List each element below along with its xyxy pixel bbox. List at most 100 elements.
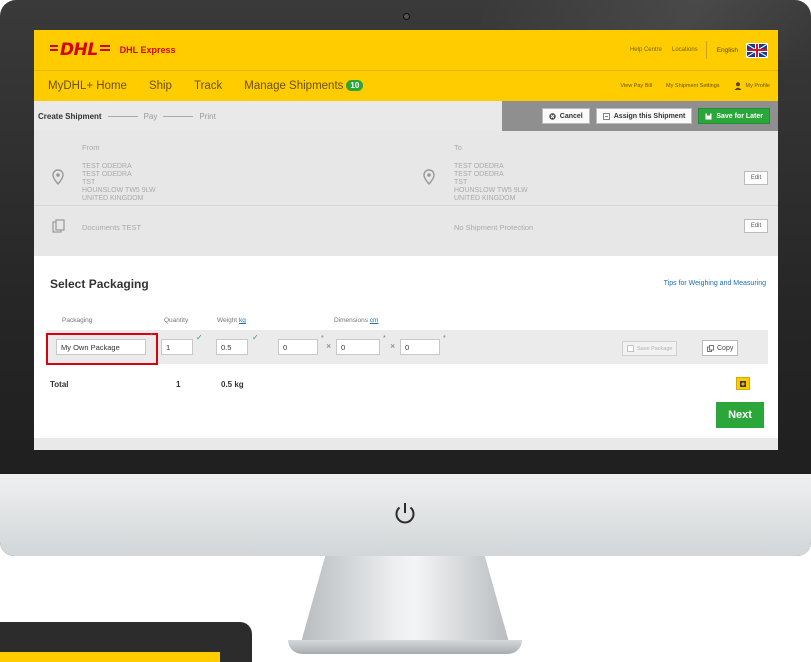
weight-unit-link[interactable]: kg (239, 317, 246, 324)
secondary-device-screen (0, 652, 220, 662)
nav-right: View Pay Bill My Shipment Settings My Pr… (606, 82, 770, 90)
section-divider (34, 205, 778, 206)
cancel-button[interactable]: Cancel (541, 108, 590, 124)
assign-shipment-button[interactable]: Assign this Shipment (595, 108, 693, 124)
weight-valid-icon: ✓ (252, 333, 259, 342)
copy-button[interactable]: Copy (702, 340, 739, 356)
dimensions-header-label: Dimensions (334, 317, 368, 324)
screen: DHL DHL Express Help Centre Locations En… (34, 30, 778, 450)
copy-label: Copy (717, 344, 734, 352)
brand-label: DHL Express (119, 45, 176, 55)
multiply-sign: × (390, 341, 396, 351)
main-nav: MyDHL+ Home Ship Track Manage Shipments 1… (34, 70, 778, 101)
save-icon (705, 113, 712, 120)
total-label: Total (50, 380, 69, 389)
from-line: TEST ODEDRA (82, 171, 132, 178)
help-centre-link[interactable]: Help Centre (630, 47, 662, 53)
plus-icon (740, 380, 746, 387)
cancel-label: Cancel (559, 112, 583, 120)
step-print: Print (199, 111, 216, 121)
monitor-frame: DHL DHL Express Help Centre Locations En… (0, 0, 811, 556)
tips-link[interactable]: Tips for Weighing and Measuring (664, 280, 766, 287)
screen-footer-strip (34, 438, 778, 450)
length-input[interactable]: 0 (278, 339, 318, 355)
top-divider (705, 41, 707, 59)
shipment-settings-link[interactable]: My Shipment Settings (666, 83, 720, 89)
add-package-button[interactable] (736, 377, 750, 390)
save-package-checkbox-icon (627, 345, 634, 352)
cancel-icon (549, 112, 556, 120)
weight-header: Weight kg (217, 317, 246, 324)
manage-count-badge: 10 (346, 80, 364, 91)
nav-manage-shipments[interactable]: Manage Shipments 10 (244, 80, 364, 92)
camera-dot (403, 13, 410, 20)
step-connector (107, 115, 138, 117)
documents-label: Documents TEST (82, 223, 142, 232)
assign-label: Assign this Shipment (613, 112, 686, 120)
language-selector[interactable]: English (717, 47, 738, 54)
packaging-select[interactable]: My Own Package (56, 339, 146, 355)
multiply-sign: × (326, 341, 332, 351)
weight-header-label: Weight (217, 317, 238, 324)
quantity-header: Quantity (164, 317, 189, 324)
step-bar: Create Shipment Pay Print Cancel Assign … (34, 101, 778, 131)
copy-icon (707, 344, 714, 352)
required-marker: * (150, 333, 153, 340)
to-line: TST (454, 179, 468, 186)
weight-input[interactable]: 0.5 (216, 339, 248, 355)
quantity-valid-icon: ✓ (196, 333, 203, 342)
required-marker: * (383, 335, 386, 342)
from-line: UNITED KINGDOM (82, 195, 144, 202)
packaging-header: Packaging (62, 317, 93, 324)
dimensions-header: Dimensions cm (334, 317, 378, 324)
save-package-button[interactable]: Save Package (622, 341, 678, 356)
address-section: From TEST ODEDRA TEST ODEDRA TST HOUNSLO… (34, 131, 778, 256)
total-weight: 0.5 kg (221, 380, 244, 389)
save-package-label: Save Package (637, 345, 673, 352)
action-zone: Cancel Assign this Shipment Save for Lat… (502, 101, 778, 131)
assign-icon (602, 112, 610, 120)
dimensions-unit-link[interactable]: cm (370, 317, 379, 324)
location-pin-icon (52, 169, 64, 190)
to-label: To (454, 143, 462, 152)
required-marker: * (321, 335, 324, 342)
power-icon[interactable] (388, 496, 422, 530)
my-profile-link[interactable]: My Profile (746, 83, 770, 89)
edit-contents-button[interactable]: Edit (744, 219, 768, 233)
nav-track[interactable]: Track (194, 80, 222, 92)
from-line: HOUNSLOW TW5 9LW (82, 187, 156, 194)
locations-link[interactable]: Locations (672, 47, 698, 53)
monitor-stand (300, 556, 510, 646)
to-line: TEST ODEDRA (454, 171, 504, 178)
next-button[interactable]: Next (716, 402, 764, 428)
protection-label: No Shipment Protection (454, 223, 534, 232)
dhl-logo[interactable]: DHL (50, 40, 110, 60)
edit-addresses-button[interactable]: Edit (744, 171, 768, 185)
required-marker: * (443, 335, 446, 342)
to-line: HOUNSLOW TW5 9LW (454, 187, 528, 194)
width-input[interactable]: 0 (336, 339, 380, 355)
step-connector (163, 115, 194, 117)
from-line: TEST ODEDRA (82, 163, 132, 170)
nav-ship[interactable]: Ship (149, 80, 172, 92)
from-label: From (82, 143, 100, 152)
from-line: TST (82, 179, 96, 186)
height-input[interactable]: 0 (400, 339, 440, 355)
total-quantity: 1 (176, 380, 181, 389)
user-icon[interactable] (734, 82, 742, 90)
save-for-later-button[interactable]: Save for Later (698, 108, 770, 124)
save-later-label: Save for Later (716, 112, 763, 120)
quantity-input[interactable]: 1 (161, 339, 193, 355)
uk-flag-icon[interactable] (746, 42, 768, 58)
nav-manage-label: Manage Shipments (244, 80, 344, 92)
nav-home[interactable]: MyDHL+ Home (48, 80, 127, 92)
step-create-shipment: Create Shipment (38, 111, 102, 121)
select-packaging-title: Select Packaging (50, 277, 149, 291)
location-pin-icon (423, 169, 435, 190)
step-pay: Pay (143, 111, 158, 121)
view-pay-bill-link[interactable]: View Pay Bill (620, 83, 652, 89)
to-line: TEST ODEDRA (454, 163, 504, 170)
top-bar: DHL DHL Express Help Centre Locations En… (34, 30, 778, 70)
monitor-stand-base (288, 640, 522, 654)
from-address: TEST ODEDRA TEST ODEDRA TST HOUNSLOW TW5… (82, 163, 156, 203)
